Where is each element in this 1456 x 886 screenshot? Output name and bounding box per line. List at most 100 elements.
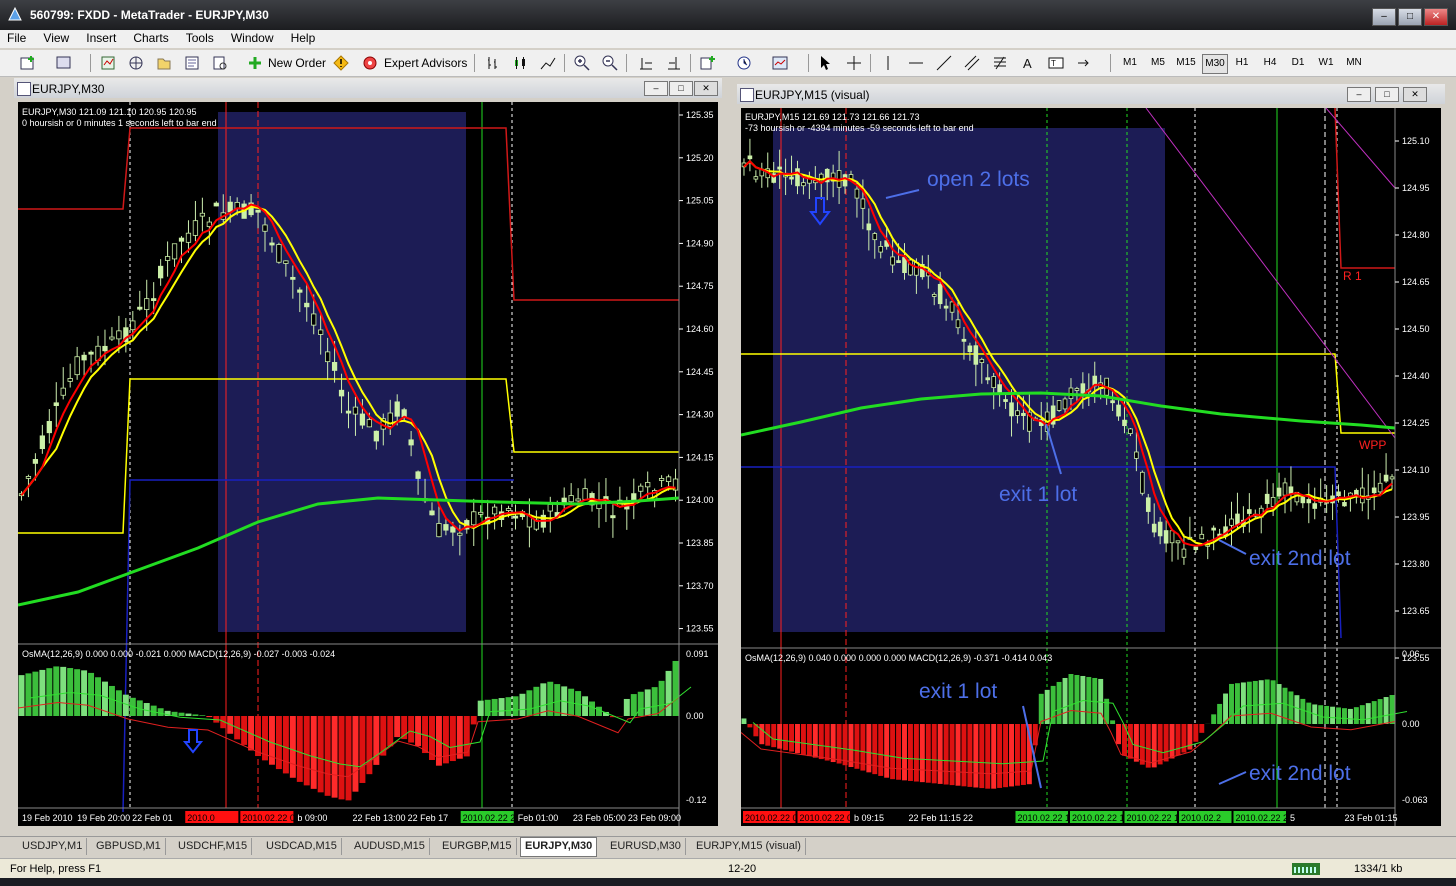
trendline-icon[interactable] — [936, 55, 952, 71]
time-label: 22 Feb 11:15 — [909, 813, 961, 823]
osma-bar — [836, 724, 842, 764]
candle-body — [991, 376, 996, 389]
tf-m15[interactable]: M15 — [1174, 54, 1198, 72]
osma-bar — [25, 673, 32, 716]
autoscroll-icon[interactable] — [638, 55, 654, 71]
menu-file[interactable]: File — [0, 30, 33, 46]
tab-usdcad-m15[interactable]: USDCAD,M15 — [262, 838, 342, 855]
candle-body — [255, 209, 261, 213]
profiles-icon[interactable] — [56, 55, 72, 71]
tab-eurgbp-m15[interactable]: EURGBP,M15 — [438, 838, 517, 855]
menu-help[interactable]: Help — [284, 30, 323, 46]
cursor-icon[interactable] — [818, 55, 834, 71]
crosshair-icon[interactable] — [846, 55, 862, 71]
arrows-icon[interactable] — [1076, 55, 1092, 71]
osma-bar — [526, 690, 533, 716]
close-button[interactable]: ✕ — [1424, 8, 1448, 26]
tf-m5[interactable]: M5 — [1146, 54, 1170, 72]
osma-bar — [505, 697, 512, 716]
osma-bar — [937, 724, 943, 784]
left-chart-minimize[interactable]: – — [644, 81, 668, 96]
time-label: 2010.02.22 06 — [745, 813, 803, 823]
menu-insert[interactable]: Insert — [79, 30, 123, 46]
tab-eurusd-m30[interactable]: EURUSD,M30 — [606, 838, 686, 855]
candle-body — [979, 358, 985, 363]
maximize-button[interactable]: □ — [1398, 8, 1422, 26]
right-chart-minimize[interactable]: – — [1347, 87, 1371, 102]
tab-gbpusd-m1[interactable]: GBPUSD,M1 — [92, 838, 166, 855]
navigator-icon[interactable] — [128, 55, 144, 71]
candle-body — [283, 260, 289, 264]
strategy-tester-icon[interactable] — [212, 55, 228, 71]
osma-bar — [331, 716, 338, 798]
tab-audusd-m15[interactable]: AUDUSD,M15 — [350, 838, 430, 855]
candle-body — [878, 246, 884, 253]
osma-bar — [1341, 708, 1347, 724]
left-chart-maximize[interactable]: □ — [669, 81, 693, 96]
left-price-scale: 125.35 125.20 125.05 124.90 124.75 124.60 124.… — [679, 110, 714, 634]
expert-advisors-icon[interactable] — [362, 55, 378, 71]
menu-view[interactable]: View — [36, 30, 76, 46]
candle-body — [60, 387, 66, 396]
tf-h1[interactable]: H1 — [1230, 54, 1254, 72]
candle-body — [324, 351, 331, 363]
right-chart-close[interactable]: ✕ — [1403, 87, 1427, 102]
menu-tools[interactable]: Tools — [179, 30, 221, 46]
candlestick-icon[interactable] — [512, 55, 528, 71]
osma-bar — [955, 724, 961, 786]
line-chart-icon[interactable] — [540, 55, 556, 71]
tf-w1[interactable]: W1 — [1314, 54, 1338, 72]
menu-charts[interactable]: Charts — [126, 30, 175, 46]
indicators-icon[interactable] — [700, 55, 716, 71]
candle-body — [192, 220, 199, 236]
terminal-icon[interactable] — [184, 55, 200, 71]
right-chart-pane[interactable]: EURJPY,M15 121.69 121.73 121.66 121.73 -… — [740, 107, 1441, 826]
tab-usdchf-m15[interactable]: USDCHF,M15 — [174, 838, 253, 855]
tf-m1[interactable]: M1 — [1118, 54, 1142, 72]
osma-bar — [907, 724, 913, 781]
warning-icon[interactable] — [333, 55, 349, 71]
periods-icon[interactable] — [736, 55, 752, 71]
window-title: 560799: FXDD - MetaTrader - EURJPY,M30 — [30, 8, 269, 22]
expert-advisors-button[interactable]: Expert Advisors — [384, 53, 467, 73]
data-window-icon[interactable] — [156, 55, 172, 71]
menu-window[interactable]: Window — [224, 30, 281, 46]
vertical-line-icon[interactable] — [880, 55, 896, 71]
tf-d1[interactable]: D1 — [1286, 54, 1310, 72]
right-chart-maximize[interactable]: □ — [1375, 87, 1399, 102]
candle-body — [1145, 497, 1151, 512]
left-osma-plot — [17, 660, 692, 801]
tab-eurjpy-m30[interactable]: EURJPY,M30 — [520, 837, 598, 857]
market-watch-icon[interactable] — [100, 55, 116, 71]
fibonacci-icon[interactable] — [992, 55, 1008, 71]
templates-icon[interactable] — [772, 55, 788, 71]
new-order-icon[interactable] — [247, 55, 263, 71]
left-chart-pane[interactable]: EURJPY,M30 121.09 121.10 120.95 120.95 0… — [17, 102, 718, 826]
new-order-button[interactable]: New Order — [268, 53, 326, 73]
zoom-out-icon[interactable] — [602, 55, 618, 71]
bar-chart-icon[interactable] — [485, 55, 501, 71]
osma-bar — [884, 724, 890, 778]
minimize-button[interactable]: – — [1372, 8, 1396, 26]
zoom-in-icon[interactable] — [574, 55, 590, 71]
equidistant-channel-icon[interactable] — [964, 55, 980, 71]
text-label-icon[interactable]: T — [1048, 55, 1064, 71]
text-icon[interactable]: A — [1020, 55, 1036, 71]
osma-bar — [95, 677, 101, 716]
tab-eurjpy-m15-visual[interactable]: EURJPY,M15 (visual) — [692, 838, 806, 855]
candle-body — [1276, 487, 1282, 497]
candle-body — [1151, 523, 1157, 533]
menu-bar: File View Insert Charts Tools Window Hel… — [0, 30, 1456, 48]
candle-body — [1009, 402, 1014, 417]
tf-mn[interactable]: MN — [1342, 54, 1366, 72]
horizontal-line-icon[interactable] — [908, 55, 924, 71]
chart-shift-icon[interactable] — [666, 55, 682, 71]
osma-bar — [1383, 697, 1389, 724]
tf-h4[interactable]: H4 — [1258, 54, 1282, 72]
tf-m30[interactable]: M30 — [1202, 54, 1228, 74]
new-chart-icon[interactable] — [20, 55, 36, 71]
tab-usdjpy-m1[interactable]: USDJPY,M1 — [18, 838, 88, 855]
osma-bar — [1080, 675, 1086, 724]
candle-body — [1116, 404, 1121, 417]
left-chart-close[interactable]: ✕ — [694, 81, 718, 96]
